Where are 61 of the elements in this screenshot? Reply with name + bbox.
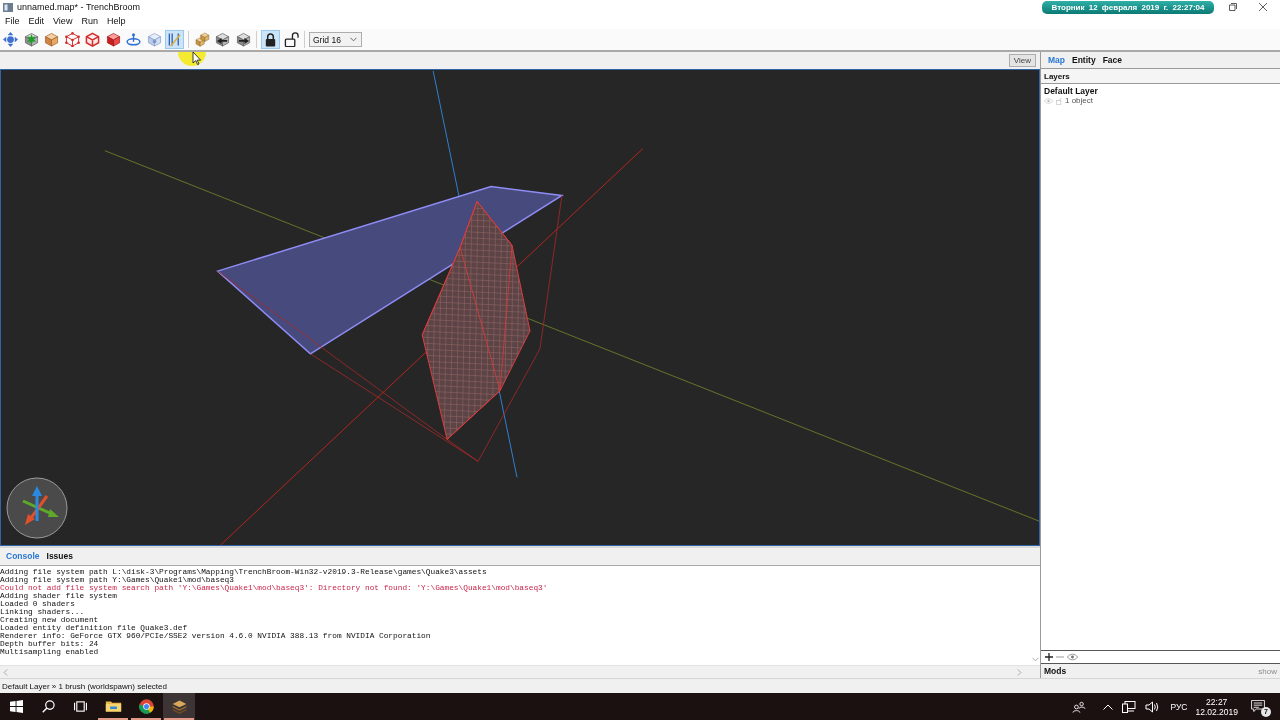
plus-icon [1045,653,1053,661]
menu-item[interactable]: View [49,15,77,28]
menu-item[interactable]: Run [77,15,102,28]
cube-burst-icon [23,32,39,47]
cube-icon [44,32,59,47]
toggle-visibility-button[interactable] [1067,653,1078,661]
date-time-banner: Вторник 12 февраля 2019 г. 22:27:04 [1042,0,1214,14]
faded-cube-icon [146,32,162,47]
app-icon [3,2,13,12]
cube-right-arrow-icon [235,32,251,47]
unlock-icon [283,32,299,47]
stacked-blocks-icon [194,32,210,47]
inspector-tab[interactable]: Face [1101,53,1123,67]
caret-icon [350,37,357,42]
windows-logo-icon [9,700,23,713]
solid-cube-icon [105,32,121,47]
cube-outline-icon [85,32,100,47]
people-icon[interactable] [1072,700,1087,713]
cube-left-arrow-icon [215,32,230,47]
layer-name: Default Layer [1044,86,1099,96]
menu-item[interactable]: Edit [24,15,49,28]
cube-vertices-icon [64,32,80,47]
panel-tab[interactable]: Issues [45,550,74,563]
panel-tab[interactable]: Console [5,550,41,563]
status-text: Default Layer » 1 brush (worldspawn) selected [2,681,167,691]
tool-button[interactable] [261,30,280,49]
brackets-slash-icon [167,32,182,47]
menu-item[interactable]: Help [102,15,130,28]
window-title: unnamed.map* - TrenchBroom [17,1,141,13]
tool-button[interactable] [233,30,253,49]
taskbar-clock[interactable]: 22:27 12.02.2019 [1195,696,1238,717]
tool-button[interactable] [103,30,123,49]
inspector-tab[interactable]: Entity [1071,53,1097,67]
chevron-up-icon[interactable] [1103,703,1114,710]
ring-icon [126,32,141,47]
close-icon [1259,3,1267,11]
menu-item[interactable]: File [1,15,24,28]
folder-icon [104,698,122,715]
layer-object-count: 1 object [1065,96,1094,105]
restore-icon [1229,3,1237,11]
speaker-icon[interactable] [1145,700,1160,713]
language-indicator[interactable]: РУС [1170,701,1188,712]
browser-icon [137,698,155,715]
mods-heading: Mods [1044,666,1067,676]
search-icon [41,700,55,713]
eye-icon [1067,653,1078,661]
inspector-tab[interactable]: Map [1047,53,1066,67]
task-view-icon [73,700,87,713]
notification-icon[interactable] [1251,699,1265,712]
minus-icon [1056,653,1064,661]
lock-icon [263,32,278,47]
add-layer-button[interactable] [1045,653,1053,661]
grid-size-dropdown[interactable]: Grid 16 [309,32,362,47]
axis-gizmo-icon[interactable] [6,477,68,539]
view-button[interactable]: View [1008,54,1036,67]
stacked-layers-icon [170,698,188,715]
layers-heading: Layers [1044,71,1070,81]
taskbar-app-button[interactable] [163,693,195,720]
move-arrows-icon [3,32,18,47]
tool-button[interactable] [213,30,232,49]
network-icon[interactable] [1122,700,1137,713]
